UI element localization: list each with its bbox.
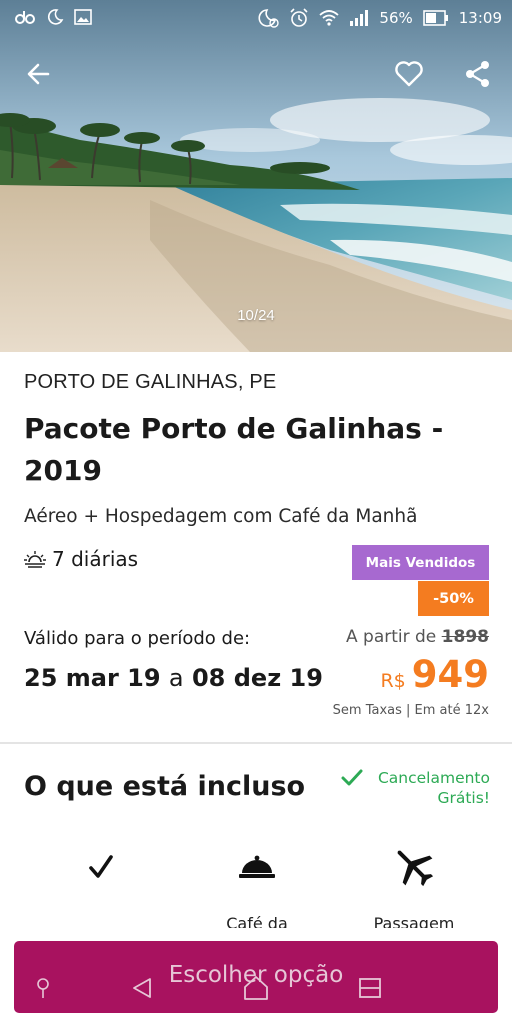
package-subtitle: Aéreo + Hospedagem com Café da Manhã: [24, 506, 418, 527]
from-label: A partir de: [346, 627, 437, 647]
amenity-label: Passagem: [373, 914, 455, 928]
validity-dates: 25 mar 19 a 08 dez 19: [24, 664, 323, 692]
back-triangle-icon: [133, 978, 151, 998]
amenity-item: Passagem: [349, 842, 479, 928]
nav-home-button[interactable]: [236, 968, 276, 1008]
price-from: A partir de 1898: [346, 627, 489, 647]
section-divider: [0, 742, 512, 744]
cancel-line-2: Grátis!: [437, 789, 490, 807]
price: R$ 949: [380, 653, 489, 696]
checkmark-icon: [89, 855, 113, 878]
price-value: 949: [411, 653, 489, 696]
nav-recents-button[interactable]: [350, 968, 390, 1008]
free-cancellation: Cancelamento Grátis!: [340, 768, 490, 808]
check-green-icon: [341, 769, 363, 786]
amenity-item: [36, 842, 166, 914]
old-price: 1898: [441, 627, 489, 647]
price-currency: R$: [380, 670, 406, 692]
nav-back-button[interactable]: [122, 968, 162, 1008]
date-separator: a: [168, 664, 184, 692]
airplane-icon: [397, 850, 434, 887]
best-seller-badge: Mais Vendidos: [352, 545, 489, 580]
amenity-item: Café da: [192, 842, 322, 928]
cancel-line-1: Cancelamento: [377, 769, 490, 787]
recents-icon: [359, 978, 381, 998]
validity-label: Válido para o período de:: [24, 628, 251, 649]
room-service-bell-icon: [239, 855, 275, 878]
date-from: 25 mar 19: [24, 664, 161, 692]
amenity-label: Café da: [226, 914, 288, 928]
price-terms: Sem Taxas | Em até 12x: [332, 703, 489, 718]
sunrise-icon: [24, 551, 46, 568]
assistant-icon: [37, 978, 49, 998]
nights-info: 7 diárias: [24, 547, 138, 571]
date-to: 08 dez 19: [191, 664, 323, 692]
included-title: O que está incluso: [24, 771, 306, 802]
package-title: Pacote Porto de Galinhas - 2019: [24, 412, 444, 487]
discount-badge: -50%: [418, 581, 489, 616]
home-icon: [244, 976, 268, 1000]
assistant-button[interactable]: [23, 968, 63, 1008]
package-details: PORTO DE GALINHAS, PE Pacote Porto de Ga…: [0, 0, 512, 928]
package-location: PORTO DE GALINHAS, PE: [24, 371, 277, 393]
nights-label: 7 diárias: [52, 547, 139, 571]
